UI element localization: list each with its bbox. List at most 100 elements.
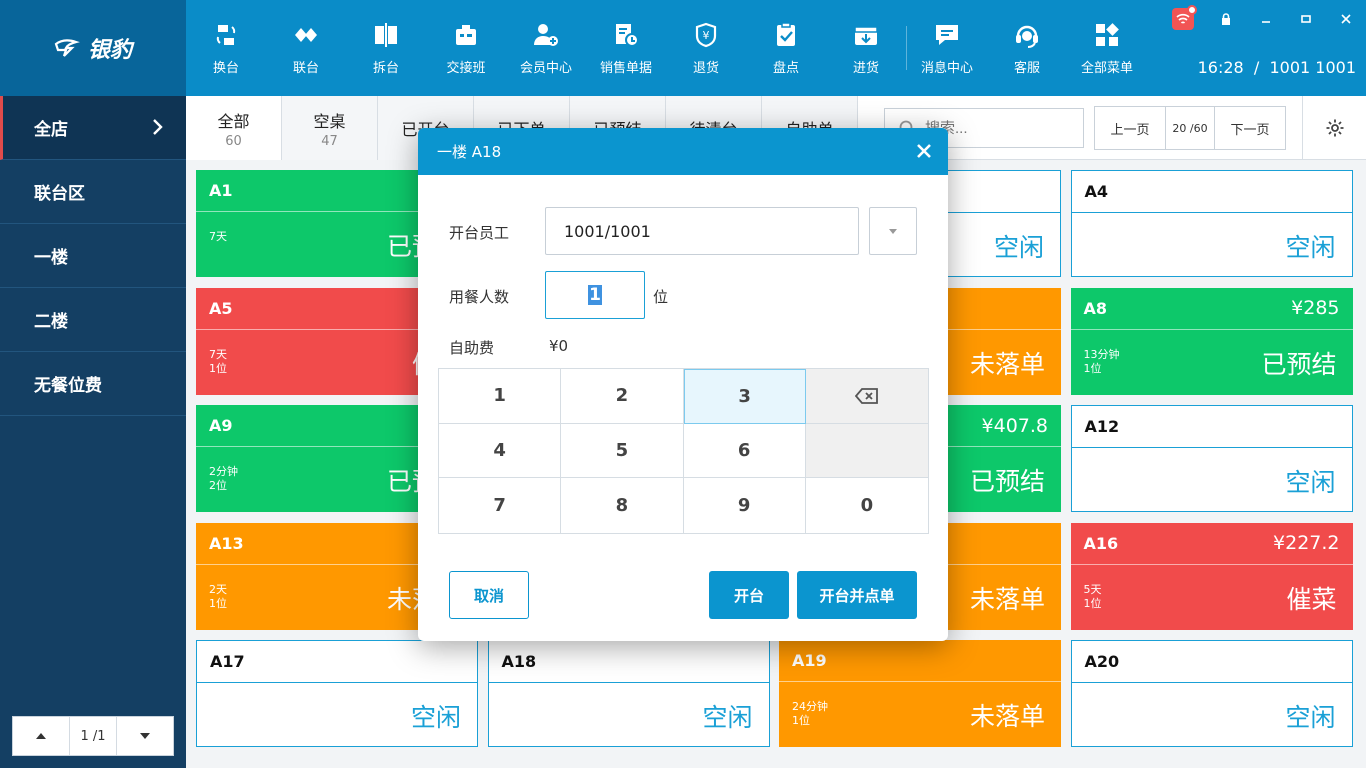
toolbar-swap-table[interactable]: 换台 — [186, 0, 266, 96]
table-status: 空闲 — [702, 703, 753, 732]
table-card[interactable]: A8 ¥285 13分钟 1位 已预结 — [1070, 287, 1353, 395]
sidebar-item-label: 全店 — [34, 120, 68, 140]
sidebar-item-linked-area[interactable]: 联台区 — [0, 160, 186, 224]
close-window-icon[interactable] — [1326, 6, 1366, 32]
toolbar-return-goods[interactable]: ¥ 退货 — [666, 0, 746, 96]
toolbar-all-menu[interactable]: 全部菜单 — [1067, 0, 1147, 96]
window-controls — [1172, 5, 1366, 32]
toolbar-stocktake[interactable]: 盘点 — [746, 0, 826, 96]
key-5[interactable]: 5 — [561, 423, 684, 479]
table-card-header: A18 — [488, 641, 769, 683]
lock-icon[interactable] — [1206, 6, 1246, 32]
network-status-icon[interactable] — [1172, 5, 1197, 30]
sales-receipt-icon — [616, 23, 639, 47]
current-user: 1001 1001 — [1269, 58, 1356, 77]
table-name: A17 — [210, 652, 245, 671]
area-sidebar: 全店 联台区 一楼 二楼 无餐位费 1 /1 — [0, 96, 186, 768]
sidebar-page-total: 1 — [97, 728, 106, 744]
table-duration: 7天 — [209, 347, 227, 361]
staff-field[interactable]: 1001/1001 — [545, 207, 859, 255]
toolbar-customer-service[interactable]: 客服 — [987, 0, 1067, 96]
toolbar-purchase[interactable]: 进货 — [826, 0, 906, 96]
page-up-button[interactable] — [13, 717, 69, 755]
table-name: A12 — [1084, 417, 1120, 436]
toolbar-shift-handover[interactable]: 交接班 — [426, 0, 506, 96]
sidebar-pager: 1 /1 — [12, 716, 174, 756]
table-guests: 1位 — [209, 361, 227, 375]
tab-filter[interactable]: 空桌 47 — [282, 96, 378, 160]
table-card[interactable]: A18 空闲 — [487, 640, 770, 747]
app-logo: 银豹 — [0, 0, 186, 96]
table-duration: 13分钟 — [1083, 347, 1120, 361]
close-icon[interactable] — [914, 141, 934, 161]
open-table-dialog: 一楼 A18 开台员工 1001/1001 用餐人数 1 位 自助费 ¥0 1 … — [418, 128, 948, 641]
people-count-value: 1 — [588, 285, 602, 305]
table-card[interactable]: A16 ¥227.2 5天 1位 催菜 — [1070, 522, 1353, 630]
table-name: A20 — [1084, 652, 1120, 671]
tool-label: 全部菜单 — [1080, 60, 1133, 76]
table-status: 空闲 — [410, 703, 461, 732]
svg-text:¥: ¥ — [703, 29, 710, 42]
sidebar-item-no-seat-fee[interactable]: 无餐位费 — [0, 352, 186, 416]
minimize-icon[interactable] — [1246, 6, 1286, 32]
toolbar-split-table[interactable]: 拆台 — [346, 0, 426, 96]
people-count-field[interactable]: 1 — [545, 271, 645, 319]
key-8[interactable]: 8 — [561, 478, 684, 533]
table-card[interactable]: A12 空闲 — [1070, 405, 1353, 512]
key-0[interactable]: 0 — [805, 478, 928, 533]
maximize-icon[interactable] — [1286, 6, 1326, 32]
page-total: 60 — [1193, 121, 1208, 135]
sidebar-item-label: 一楼 — [34, 248, 68, 268]
caret-down-icon — [140, 733, 150, 739]
table-duration: 24分钟 — [792, 700, 828, 713]
settings-button[interactable] — [1302, 96, 1366, 160]
key-9[interactable]: 9 — [683, 478, 806, 533]
prev-page-button[interactable]: 上一页 — [1095, 107, 1165, 149]
table-card-header: A19 — [779, 640, 1061, 682]
sidebar-item-all-store[interactable]: 全店 — [0, 96, 186, 160]
cancel-button[interactable]: 取消 — [449, 571, 529, 619]
key-3[interactable]: 3 — [683, 369, 806, 424]
return-goods-icon: ¥ — [695, 22, 717, 47]
key-4[interactable]: 4 — [439, 423, 562, 479]
key-2[interactable]: 2 — [561, 369, 684, 424]
table-card[interactable]: A20 空闲 — [1070, 640, 1353, 747]
key-6[interactable]: 6 — [683, 423, 806, 479]
open-and-order-button[interactable]: 开台并点单 — [797, 571, 917, 619]
table-card[interactable]: A4 空闲 — [1070, 170, 1353, 277]
table-guests: 2位 — [209, 479, 227, 492]
table-status: 催菜 — [1286, 584, 1337, 614]
toolbar-member-center[interactable]: 会员中心 — [506, 0, 586, 96]
page-down-button[interactable] — [117, 717, 173, 755]
toolbar-sales-receipt[interactable]: 销售单据 — [586, 0, 666, 96]
key-1[interactable]: 1 — [439, 369, 562, 424]
people-unit: 位 — [653, 288, 669, 306]
clock-time: 16:28 — [1197, 58, 1244, 77]
table-card[interactable]: A19 24分钟 1位 未落单 — [779, 640, 1061, 747]
tab-filter[interactable]: 全部 60 — [186, 96, 282, 160]
table-meta: 7天 — [209, 230, 227, 244]
open-table-button[interactable]: 开台 — [709, 571, 789, 619]
sidebar-item-first-floor[interactable]: 一楼 — [0, 224, 186, 288]
staff-value: 1001/1001 — [564, 221, 651, 241]
table-amount: ¥285 — [1291, 297, 1340, 319]
staff-dropdown-button[interactable] — [869, 207, 917, 255]
table-meta: 2天 1位 — [209, 583, 227, 611]
table-guests: 1位 — [209, 596, 227, 610]
chevron-right-icon — [153, 119, 163, 135]
sidebar-item-second-floor[interactable]: 二楼 — [0, 288, 186, 352]
table-card[interactable]: A17 空闲 — [196, 640, 478, 747]
next-page-button[interactable]: 下一页 — [1215, 107, 1285, 149]
time-user-display: 16:28 / 1001 1001 — [1198, 58, 1356, 77]
tab-count: 60 — [225, 133, 242, 149]
table-card-header: A16 ¥227.2 — [1070, 523, 1353, 565]
toolbar-message-center[interactable]: 消息中心 — [907, 0, 987, 96]
all-menu-icon — [1096, 22, 1119, 46]
table-meta: 13分钟 1位 — [1084, 348, 1120, 376]
backspace-key[interactable] — [805, 369, 928, 424]
table-name: A8 — [1083, 298, 1108, 318]
key-7[interactable]: 7 — [439, 478, 562, 533]
toolbar-link-table[interactable]: 联台 — [266, 0, 346, 96]
page-indicator: 20 /60 — [1165, 107, 1215, 149]
stocktake-icon — [777, 21, 795, 46]
